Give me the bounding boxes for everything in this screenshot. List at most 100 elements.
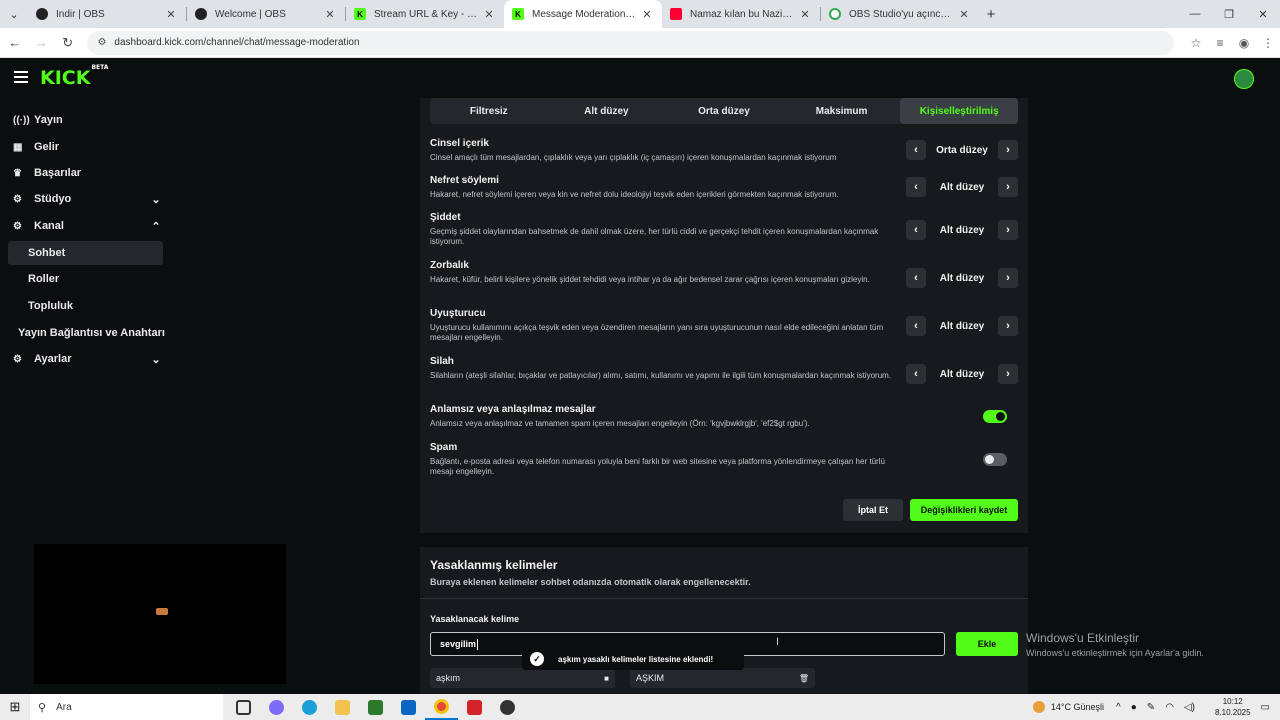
reload-icon[interactable]: ↻ <box>56 35 79 51</box>
rule-description: Cinsel amaçlı tüm mesajlardan, çıplaklık… <box>430 153 837 162</box>
tab-close-icon[interactable]: ✕ <box>323 8 337 21</box>
tab-close-icon[interactable]: ✕ <box>798 8 812 21</box>
reading-list-icon[interactable]: ≡ <box>1208 36 1232 50</box>
sidebar-item-gelir[interactable]: ▦ Gelir <box>8 135 163 159</box>
chevron-left-icon[interactable]: ‹ <box>906 177 926 197</box>
tab-close-icon[interactable]: ✕ <box>957 8 971 21</box>
microphone-icon[interactable]: ● <box>1131 702 1137 713</box>
store-icon[interactable] <box>359 694 392 720</box>
edge-icon[interactable] <box>293 694 326 720</box>
notification-icon[interactable]: ▭ <box>1261 702 1270 713</box>
level-value: Alt düzey <box>939 272 985 284</box>
browser-tab[interactable]: K Stream URL & Key - Kick Dashb ✕ <box>346 0 504 28</box>
obs-icon[interactable] <box>491 694 524 720</box>
browser-tab[interactable]: Welcome | OBS ✕ <box>187 0 345 28</box>
sidebar-item-label: Kanal <box>34 220 64 232</box>
profile-icon[interactable]: ◉ <box>1232 36 1256 50</box>
sidebar-item-label: Roller <box>28 273 60 285</box>
trash-icon[interactable]: ■ <box>604 674 609 683</box>
tab-close-icon[interactable]: ✕ <box>482 8 496 21</box>
tab-close-icon[interactable]: ✕ <box>164 8 178 21</box>
cancel-button[interactable]: İptal Et <box>843 499 903 521</box>
sidebar-item-sohbet[interactable]: Sohbet <box>8 241 163 265</box>
browser-tab[interactable]: İndir | OBS ✕ <box>28 0 186 28</box>
outlook-icon[interactable] <box>392 694 425 720</box>
browser-tab[interactable]: Namaz kılan bu Naziler kimdi? ✕ <box>662 0 820 28</box>
save-changes-button[interactable]: Değişiklikleri kaydet <box>910 499 1018 521</box>
level-stepper: ‹ Alt düzey › <box>906 364 1018 384</box>
chevron-right-icon[interactable]: › <box>998 177 1018 197</box>
sidebar-item-yayin[interactable]: ((·)) Yayın <box>8 108 163 132</box>
task-view-icon[interactable] <box>227 694 260 720</box>
sidebar-item-ayarlar[interactable]: ⚙ Ayarlar ⌄ <box>8 347 163 371</box>
spam-toggle[interactable] <box>983 453 1007 466</box>
chevron-left-icon[interactable]: ‹ <box>906 140 926 160</box>
wifi-icon[interactable]: ◠ <box>1165 702 1174 713</box>
kick-logo[interactable]: KICKBETA <box>40 64 108 89</box>
volume-icon[interactable]: ◁) <box>1184 702 1195 713</box>
search-placeholder: Ara <box>56 701 72 713</box>
sidebar-item-studyo[interactable]: ⚙ Stüdyo ⌄ <box>8 187 163 211</box>
sidebar-item-basarilar[interactable]: ♛ Başarılar <box>8 161 163 185</box>
tab-kisisellestirilmis[interactable]: Kişiselleştirilmiş <box>900 98 1018 124</box>
sidebar-item-kanal[interactable]: ⚙ Kanal ⌃ <box>8 214 163 238</box>
tab-filtresiz[interactable]: Filtresiz <box>430 98 548 124</box>
tab-orta-duzey[interactable]: Orta düzey <box>665 98 783 124</box>
site-info-icon[interactable]: ⚙ <box>97 37 106 48</box>
browser-tab-active[interactable]: K Message Moderation - Kick Da ✕ <box>504 0 662 28</box>
stream-preview[interactable] <box>34 544 286 684</box>
taskbar-search[interactable]: ⚲ Ara <box>30 694 223 720</box>
chevron-right-icon[interactable]: › <box>998 220 1018 240</box>
chevron-right-icon[interactable]: › <box>998 268 1018 288</box>
browser-tab[interactable]: OBS Studio'yu açınca ses gelm ✕ <box>821 0 979 28</box>
chevron-right-icon[interactable]: › <box>998 316 1018 336</box>
banned-words-subtitle: Buraya eklenen kelimeler sohbet odanızda… <box>430 577 751 587</box>
user-avatar[interactable] <box>1234 69 1254 89</box>
chrome-icon[interactable] <box>425 694 458 720</box>
url-field[interactable]: ⚙ dashboard.kick.com/channel/chat/messag… <box>87 30 1174 55</box>
chevron-left-icon[interactable]: ‹ <box>906 220 926 240</box>
pen-icon[interactable]: ✎ <box>1147 702 1155 713</box>
kick-header: KICKBETA <box>0 58 1280 98</box>
back-arrow-icon[interactable]: ← <box>3 35 26 50</box>
minimize-icon[interactable]: — <box>1178 0 1212 28</box>
sidebar-item-topluluk[interactable]: Topluluk <box>8 294 163 318</box>
tab-alt-duzey[interactable]: Alt düzey <box>548 98 666 124</box>
chevron-right-icon[interactable]: › <box>998 364 1018 384</box>
tab-close-icon[interactable]: ✕ <box>640 8 654 21</box>
tab-maksimum[interactable]: Maksimum <box>783 98 901 124</box>
forward-arrow-icon[interactable]: → <box>29 35 52 50</box>
chevron-down-icon: ⌄ <box>151 193 161 206</box>
copilot-icon[interactable] <box>260 694 293 720</box>
sidebar-item-yayin-baglantisi[interactable]: Yayın Bağlantısı ve Anahtarı <box>8 321 168 345</box>
chip-label: AŞKIM <box>636 673 665 683</box>
preview-figure <box>156 608 168 615</box>
new-tab-plus-icon[interactable]: + <box>979 6 1003 23</box>
add-word-button[interactable]: Ekle <box>956 632 1018 656</box>
tab-search-icon[interactable]: ⌄ <box>0 0 28 28</box>
level-stepper: ‹ Orta düzey › <box>906 140 1018 160</box>
file-explorer-icon[interactable] <box>326 694 359 720</box>
weather-widget[interactable]: 14°C Güneşli <box>1032 701 1104 713</box>
close-window-icon[interactable]: ✕ <box>1246 0 1280 28</box>
clock[interactable]: 10:12 8.10.2025 <box>1215 696 1251 718</box>
hamburger-menu-icon[interactable] <box>14 71 28 83</box>
windows-start-icon[interactable]: ⊞ <box>0 699 30 715</box>
chevron-left-icon[interactable]: ‹ <box>906 364 926 384</box>
chevron-up-icon[interactable]: ^ <box>1116 702 1121 713</box>
trash-icon[interactable]: 🗑 <box>799 674 809 683</box>
browser-menu-icon[interactable]: ⋮ <box>1256 36 1280 50</box>
clock-time: 10:12 <box>1222 697 1243 706</box>
gibberish-toggle[interactable] <box>983 410 1007 423</box>
bookmark-star-icon[interactable]: ☆ <box>1184 36 1208 50</box>
chevron-left-icon[interactable]: ‹ <box>906 316 926 336</box>
tab-title: Welcome | OBS <box>215 8 286 20</box>
chevron-right-icon[interactable]: › <box>998 140 1018 160</box>
app-red-icon[interactable] <box>458 694 491 720</box>
sidebar-item-roller[interactable]: Roller <box>8 267 163 291</box>
search-icon: ⚲ <box>38 701 47 714</box>
chevron-left-icon[interactable]: ‹ <box>906 268 926 288</box>
rule-description: Bağlantı, e-posta adresi veya telefon nu… <box>430 457 885 476</box>
sidebar-item-label: Stüdyo <box>34 193 72 205</box>
restore-icon[interactable]: ❐ <box>1212 0 1246 28</box>
